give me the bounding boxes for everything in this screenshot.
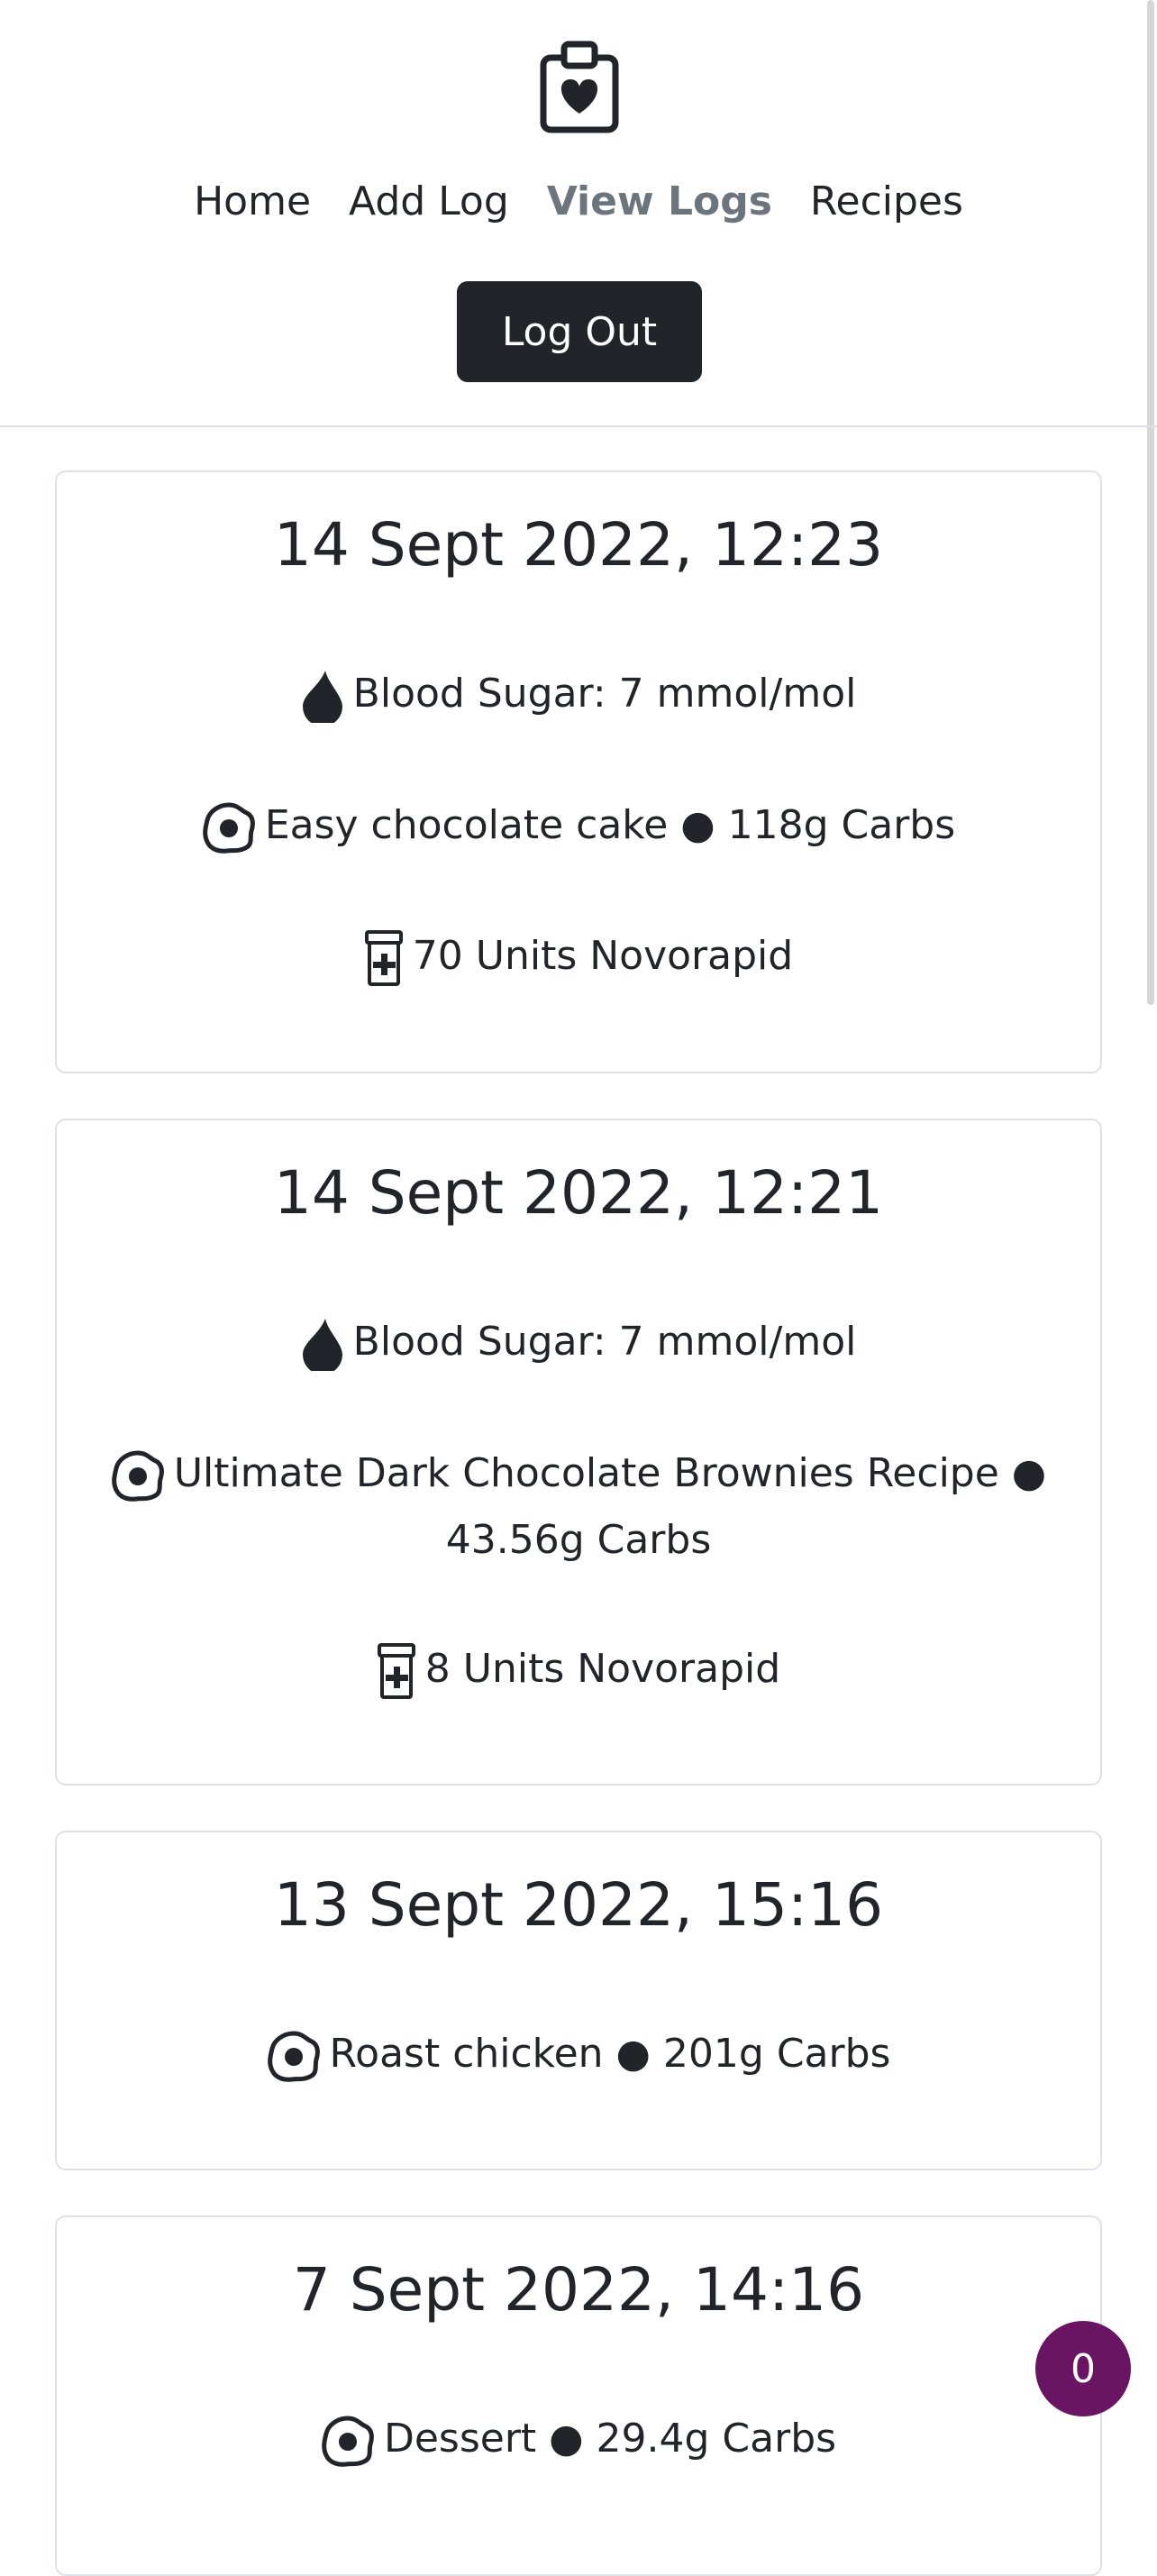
insulin-text: 8 Units Novorapid <box>424 1646 781 1692</box>
nav-recipes[interactable]: Recipes <box>810 178 963 224</box>
capsule-prescription-icon <box>364 929 404 987</box>
meal-row: Ultimate Dark Chocolate Brownies Recipe … <box>57 1440 1100 1507</box>
log-date: 14 Sept 2022, 12:23 <box>273 510 884 580</box>
log-date: 14 Sept 2022, 12:21 <box>273 1158 884 1228</box>
site-header: Home Add Log View Logs Recipes Log Out <box>0 0 1157 427</box>
blood-sugar-row: Blood Sugar: 7 mmol/mol <box>57 661 1100 727</box>
log-out-button[interactable]: Log Out <box>457 281 702 382</box>
insulin-text: 70 Units Novorapid <box>412 933 794 979</box>
log-card: 14 Sept 2022, 12:23 Blood Sugar: 7 mmol/… <box>55 470 1102 1073</box>
egg-fried-icon <box>202 800 256 854</box>
log-date: 7 Sept 2022, 14:16 <box>292 2255 865 2325</box>
log-card: 13 Sept 2022, 15:16 Roast chicken ● 201g… <box>55 1831 1102 2170</box>
floating-count-badge[interactable]: 0 <box>1035 2321 1131 2416</box>
meal-text: Easy chocolate cake ● 118g Carbs <box>264 802 956 848</box>
meal-text: Roast chicken ● 201g Carbs <box>329 2031 891 2077</box>
capsule-prescription-icon <box>377 1642 416 1700</box>
meal-carbs-text: 43.56g Carbs <box>445 1517 712 1563</box>
insulin-row: 70 Units Novorapid <box>57 923 1100 990</box>
egg-fried-icon <box>321 2414 375 2468</box>
nav-view-logs[interactable]: View Logs <box>547 178 772 224</box>
droplet-icon <box>301 669 344 723</box>
meal-text: Dessert ● 29.4g Carbs <box>383 2416 837 2462</box>
egg-fried-icon <box>267 2029 321 2083</box>
nav-add-log[interactable]: Add Log <box>349 178 509 224</box>
meal-row-continued: 43.56g Carbs <box>57 1507 1100 1574</box>
log-date: 13 Sept 2022, 15:16 <box>273 1870 884 1940</box>
blood-sugar-text: Blood Sugar: 7 mmol/mol <box>352 1319 857 1365</box>
log-card: 14 Sept 2022, 12:21 Blood Sugar: 7 mmol/… <box>55 1119 1102 1786</box>
blood-sugar-row: Blood Sugar: 7 mmol/mol <box>57 1309 1100 1375</box>
meal-row: Roast chicken ● 201g Carbs <box>57 2021 1100 2087</box>
main-nav: Home Add Log View Logs Recipes <box>0 178 1157 224</box>
clipboard-heart-icon[interactable] <box>539 40 620 133</box>
log-card: 7 Sept 2022, 14:16 Dessert ● 29.4g Carbs <box>55 2215 1102 2576</box>
nav-home[interactable]: Home <box>194 178 311 224</box>
blood-sugar-text: Blood Sugar: 7 mmol/mol <box>352 671 857 717</box>
egg-fried-icon <box>111 1448 165 1503</box>
meal-row: Easy chocolate cake ● 118g Carbs <box>57 792 1100 859</box>
meal-row: Dessert ● 29.4g Carbs <box>57 2406 1100 2472</box>
droplet-icon <box>301 1317 344 1371</box>
insulin-row: 8 Units Novorapid <box>57 1636 1100 1703</box>
meal-text: Ultimate Dark Chocolate Brownies Recipe … <box>173 1450 1047 1496</box>
